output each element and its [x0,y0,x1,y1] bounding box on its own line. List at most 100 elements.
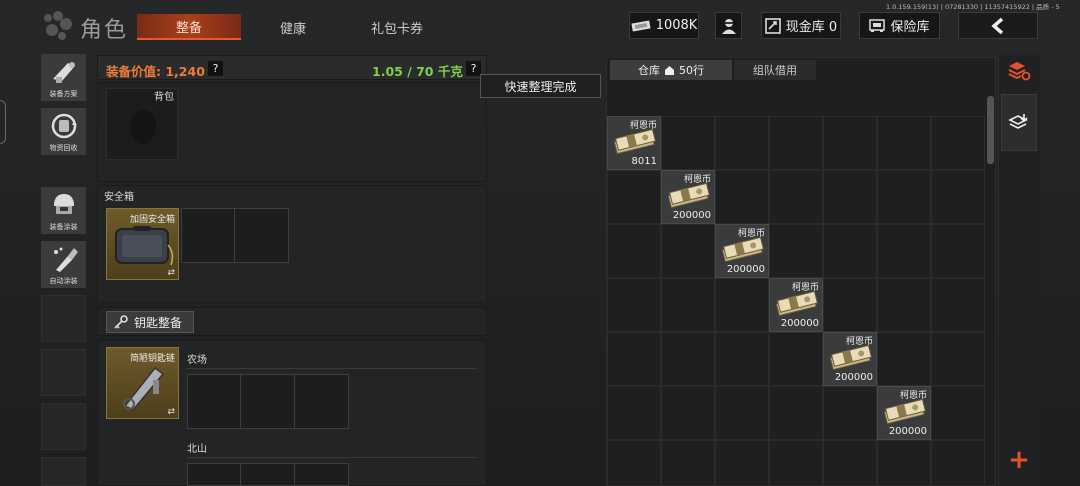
sort-button[interactable] [1001,55,1037,87]
warehouse-cell[interactable] [607,170,661,224]
key-slot[interactable] [187,463,241,486]
cash-bundle-icon [829,345,872,371]
warehouse-cell[interactable] [931,170,985,224]
warehouse-cell[interactable] [769,170,823,224]
warehouse-cell[interactable] [877,440,931,486]
tab-equip[interactable]: 整备 [137,14,241,40]
sidebar-item-recycle[interactable]: 物资回收 [41,108,86,155]
safe-vault-label: 保险库 [890,20,930,35]
sidebar-item-label: 装备方案 [49,90,78,98]
sidebar-item-skin[interactable]: 装备涂装 [41,187,86,234]
warehouse-cell[interactable] [715,440,769,486]
warehouse-cell[interactable] [931,278,985,332]
value-help-button[interactable]: ? [208,61,223,76]
warehouse-item-koen-coin[interactable]: 柯恩币 8011 [607,116,661,170]
item-name: 柯恩币 [845,337,873,347]
key-slot[interactable] [294,463,349,486]
item-name: 柯恩币 [629,121,657,131]
warehouse-cell[interactable] [769,440,823,486]
key-slot[interactable] [240,374,295,429]
back-button[interactable] [958,12,1038,39]
warehouse-cell[interactable] [877,224,931,278]
key-slot[interactable] [187,374,241,429]
safebox-case-icon [115,226,174,266]
safe-icon [869,18,886,32]
swap-icon[interactable]: ⇄ [167,407,175,417]
warehouse-cell[interactable] [661,116,715,170]
key-slot[interactable] [240,463,295,486]
warehouse-cell[interactable] [877,278,931,332]
warehouse-cell[interactable] [877,116,931,170]
back-arrow-icon [991,17,1004,34]
warehouse-cell[interactable] [769,332,823,386]
warehouse-cell[interactable] [607,332,661,386]
warehouse-item-koen-coin[interactable]: 柯恩币 200000 [769,278,823,332]
add-button[interactable]: + [1001,445,1037,475]
warehouse-cell[interactable] [823,224,877,278]
warehouse-cell[interactable] [931,224,985,278]
weight-help-button[interactable]: ? [466,61,481,76]
key-slot[interactable] [294,374,349,429]
safebox-slot[interactable]: 加固安全箱 ⇄ [106,208,179,280]
warehouse-cell[interactable] [823,278,877,332]
sidebar-empty-slot [41,403,86,450]
deposit-button[interactable] [1001,94,1037,151]
warehouse-cell[interactable] [931,332,985,386]
warehouse-item-koen-coin[interactable]: 柯恩币 200000 [823,332,877,386]
sidebar-item-auto-skin[interactable]: 自动涂装 [41,241,86,288]
keychain-slot[interactable]: 简陋钥匙链 ⇄ [106,347,179,419]
warehouse-scrollbar[interactable] [987,96,994,164]
character-button[interactable] [715,12,742,39]
warehouse-cell[interactable] [715,332,769,386]
warehouse-cell[interactable] [823,116,877,170]
warehouse-cell[interactable] [769,116,823,170]
tab-warehouse-label: 仓库 [638,64,660,77]
warehouse-cell[interactable] [661,224,715,278]
warehouse-cell[interactable] [661,440,715,486]
warehouse-cell[interactable] [931,116,985,170]
warehouse-cell[interactable] [823,170,877,224]
warehouse-cell[interactable] [877,332,931,386]
warehouse-item-koen-coin[interactable]: 柯恩币 200000 [715,224,769,278]
safebox-cell[interactable] [181,208,235,263]
warehouse-cell[interactable] [607,440,661,486]
warehouse-cell[interactable] [607,224,661,278]
character-icon [44,11,72,40]
tab-gift[interactable]: 礼包卡券 [345,14,449,40]
key-setup-button[interactable]: 钥匙整备 [106,311,194,333]
warehouse-cell[interactable] [715,116,769,170]
warehouse-cell[interactable] [661,278,715,332]
item-quantity: 200000 [672,210,711,221]
warehouse-cell[interactable] [715,278,769,332]
warehouse-cell[interactable] [715,386,769,440]
warehouse-cell[interactable] [715,170,769,224]
weight-value: 1.05 / 70 千克 [372,64,463,79]
cash-vault-button[interactable]: 现金库 0 [761,12,841,39]
stack-download-icon [1008,113,1028,129]
warehouse-cell[interactable] [661,386,715,440]
warehouse-cell[interactable] [823,386,877,440]
warehouse-cell[interactable] [823,440,877,486]
warehouse-cell[interactable] [661,332,715,386]
warehouse-cell[interactable] [607,278,661,332]
currency-button[interactable]: 1008K [629,12,699,39]
sidebar-item-loadout[interactable]: 装备方案 [41,54,86,101]
toast-message: 快速整理完成 [480,74,601,98]
tab-team-borrow[interactable]: 组队借用 [734,60,816,80]
edge-handle[interactable] [0,100,6,144]
warehouse-cell[interactable] [931,386,985,440]
warehouse-cell[interactable] [769,386,823,440]
warehouse-cell[interactable] [931,440,985,486]
warehouse-cell[interactable] [607,386,661,440]
safe-vault-button[interactable]: 保险库 [859,12,940,39]
warehouse-cell[interactable] [877,170,931,224]
warehouse-item-koen-coin[interactable]: 柯恩币 200000 [661,170,715,224]
warehouse-cell[interactable] [769,224,823,278]
warehouse-grid[interactable]: 柯恩币 8011 柯恩币 200000 柯恩币 200000 柯恩币 200000 柯恩币 200… [607,116,985,486]
tab-warehouse[interactable]: 仓库 50行 [610,60,732,80]
warehouse-item-koen-coin[interactable]: 柯恩币 200000 [877,386,931,440]
swap-icon[interactable]: ⇄ [167,268,175,278]
safebox-cell[interactable] [234,208,289,263]
tab-health[interactable]: 健康 [243,14,343,40]
sidebar-item-label: 装备涂装 [49,223,78,231]
